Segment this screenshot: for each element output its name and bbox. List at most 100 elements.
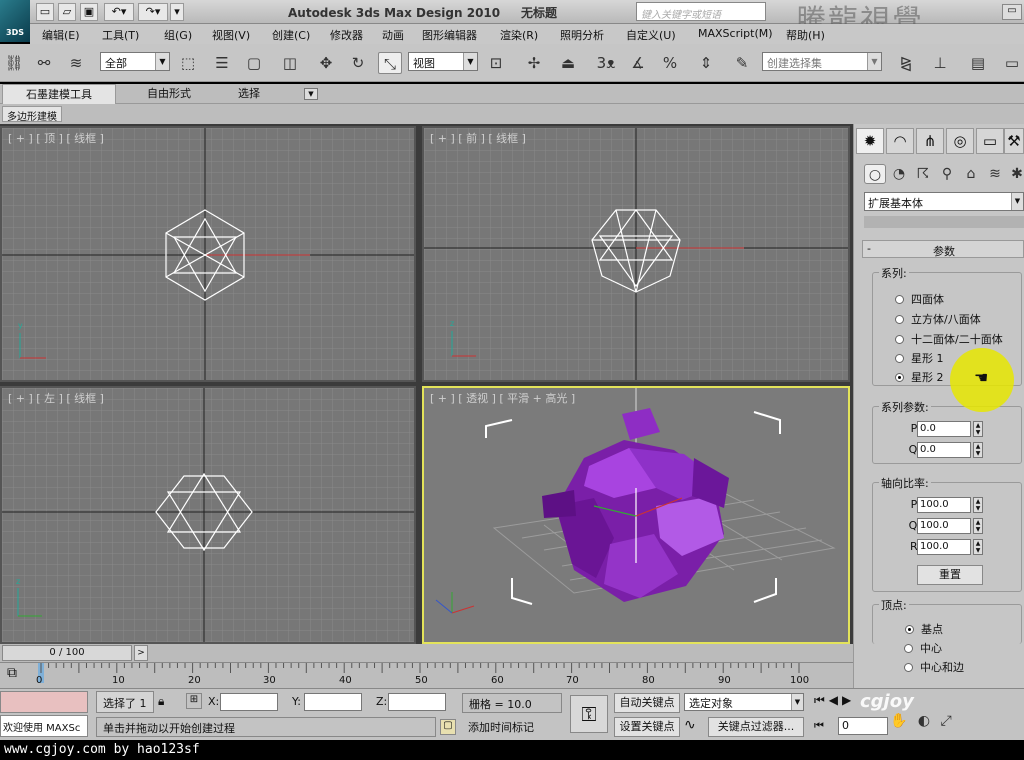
tangent-icon[interactable]: ∿ — [684, 717, 704, 737]
tab-graphite-modeling[interactable]: 石墨建模工具 — [2, 84, 116, 104]
viewport-label-left[interactable]: [ + ] [ 左 ] [ 线框 ] — [8, 390, 104, 406]
menu-lighting-analysis[interactable]: 照明分析 — [560, 27, 604, 43]
viewport-label-top[interactable]: [ + ] [ 顶 ] [ 线框 ] — [8, 130, 104, 146]
pivot-center-icon[interactable]: ⊡ — [484, 52, 508, 74]
time-tag-icon[interactable]: ▢ — [440, 719, 456, 735]
lights-icon[interactable]: ☈ — [912, 164, 934, 184]
spinner-snap-icon[interactable]: ⇕ — [694, 52, 718, 74]
edit-named-selection-icon[interactable]: ✎ — [730, 52, 754, 74]
tab-selection[interactable]: 选择 — [222, 84, 276, 104]
goto-start-icon[interactable]: ⏮ — [814, 719, 824, 733]
create-tab-icon[interactable]: ✹ — [856, 128, 884, 154]
reference-coord-dropdown[interactable]: 视图 ▼ — [408, 52, 478, 71]
reset-button[interactable]: 重置 — [917, 565, 983, 585]
radio-star1[interactable]: 星形 1 — [895, 350, 944, 366]
key-mode-dropdown[interactable]: 选定对象 ▼ — [684, 693, 804, 711]
menu-maxscript[interactable]: MAXScript(M) — [698, 27, 773, 40]
angle-snap-icon[interactable]: ∡ — [626, 52, 650, 74]
named-selection-set-input[interactable]: 创建选择集 ▼ — [762, 52, 882, 71]
utilities-tab-icon[interactable]: ⚒ — [1004, 128, 1024, 154]
menu-customize[interactable]: 自定义(U) — [626, 27, 676, 43]
axis-q-spinner[interactable]: Q: 100.0 ▲ ▼ — [909, 518, 987, 534]
menu-animation[interactable]: 动画 — [382, 27, 404, 43]
spinner-arrows-icon[interactable]: ▲ ▼ — [973, 421, 983, 437]
link-icon[interactable]: ⛓ — [2, 52, 26, 74]
viewport-left[interactable]: z [ + ] [ 左 ] [ 线框 ] — [0, 386, 416, 644]
undo-icon[interactable]: ↶▾ — [104, 3, 134, 21]
redo-icon[interactable]: ↷▾ — [138, 3, 168, 21]
quick-access-menu-icon[interactable]: ▾ — [170, 3, 184, 21]
axis-p-spinner[interactable]: P: 100.0 ▲ ▼ — [911, 497, 987, 513]
display-tab-icon[interactable]: ▭ — [976, 128, 1004, 154]
geometry-icon[interactable]: ○ — [864, 164, 886, 184]
next-frame-button[interactable]: > — [134, 645, 148, 661]
select-manipulate-icon[interactable]: ✢ — [522, 52, 546, 74]
x-coord-field[interactable] — [220, 693, 278, 711]
modify-tab-icon[interactable]: ◠ — [886, 128, 914, 154]
q-field[interactable]: 0.0 — [917, 442, 971, 458]
selection-filter-dropdown[interactable]: 全部 ▼ — [100, 52, 170, 71]
menu-rendering[interactable]: 渲染(R) — [500, 27, 538, 43]
set-key-button[interactable]: 设置关键点 — [614, 717, 680, 737]
viewport-label-perspective[interactable]: [ + ] [ 透视 ] [ 平滑 + 高光 ] — [430, 390, 575, 406]
add-time-tag[interactable]: 添加时间标记 — [462, 717, 562, 737]
playback-controls-icon[interactable]: ⏮◀▶ — [814, 693, 855, 708]
save-icon[interactable]: ▣ — [80, 3, 98, 21]
systems-icon[interactable]: ✱ — [1006, 164, 1024, 184]
menu-edit[interactable]: 编辑(E) — [42, 27, 80, 43]
percent-snap-icon[interactable]: % — [658, 52, 682, 74]
menu-create[interactable]: 创建(C) — [272, 27, 310, 43]
radio-center-sides[interactable]: 中心和边 — [904, 659, 964, 675]
graphite-toggle-icon[interactable]: ▭ — [1000, 52, 1024, 74]
restore-icon[interactable]: ▭ — [1002, 4, 1022, 20]
radio-star2[interactable]: 星形 2 — [895, 369, 944, 385]
menu-tools[interactable]: 工具(T) — [102, 27, 139, 43]
viewport-label-front[interactable]: [ + ] [ 前 ] [ 线框 ] — [430, 130, 526, 146]
align-icon[interactable]: ⊥ — [928, 52, 952, 74]
q-spinner[interactable]: Q: 0.0 ▲ ▼ — [909, 442, 987, 458]
mini-curve-editor-icon[interactable]: ⧉ — [0, 665, 24, 685]
new-file-icon[interactable]: ▭ — [36, 3, 54, 21]
space-warps-icon[interactable]: ≋ — [984, 164, 1006, 184]
app-logo[interactable]: 3DS — [0, 0, 30, 42]
auto-key-button[interactable]: 自动关键点 — [614, 693, 680, 713]
bind-space-warp-icon[interactable]: ≋ — [64, 52, 88, 74]
parameters-rollout-header[interactable]: - 参数 — [862, 240, 1024, 258]
p-field[interactable]: 0.0 — [917, 421, 971, 437]
time-slider-thumb[interactable]: 0 / 100 — [2, 645, 132, 661]
unlink-icon[interactable]: ⚯ — [32, 52, 56, 74]
menu-views[interactable]: 视图(V) — [212, 27, 250, 43]
move-icon[interactable]: ✥ — [314, 52, 338, 74]
y-coord-field[interactable] — [304, 693, 362, 711]
spinner-arrows-icon[interactable]: ▲ ▼ — [973, 539, 983, 555]
p-spinner[interactable]: P: 0.0 ▲ ▼ — [911, 421, 987, 437]
radio-basepoint[interactable]: 基点 — [905, 621, 943, 637]
hierarchy-tab-icon[interactable]: ⋔ — [916, 128, 944, 154]
spinner-arrows-icon[interactable]: ▲ ▼ — [973, 442, 983, 458]
layer-manager-icon[interactable]: ▤ — [966, 52, 990, 74]
maxscript-listener-top[interactable] — [0, 691, 88, 713]
key-filters-button[interactable]: 关键点过滤器... — [708, 717, 804, 737]
select-object-icon[interactable]: ⬚ — [176, 52, 200, 74]
radio-center[interactable]: 中心 — [904, 640, 942, 656]
radio-cube-octa[interactable]: 立方体/八面体 — [895, 311, 981, 327]
menu-group[interactable]: 组(G) — [164, 27, 192, 43]
spinner-arrows-icon[interactable]: ▲ ▼ — [973, 497, 983, 513]
absolute-mode-icon[interactable]: ⊞ — [186, 693, 202, 709]
ribbon-options-icon[interactable]: ▼ — [304, 88, 318, 100]
radio-tetra[interactable]: 四面体 — [895, 291, 944, 307]
menu-help[interactable]: 帮助(H) — [786, 27, 825, 43]
scale-icon[interactable]: ⤡ — [378, 52, 402, 74]
viewport-front[interactable]: z [ + ] [ 前 ] [ 线框 ] — [422, 126, 850, 382]
menu-modifiers[interactable]: 修改器 — [330, 27, 363, 43]
object-type-rollout[interactable] — [864, 216, 1024, 228]
axis-r-field[interactable]: 100.0 — [917, 539, 971, 555]
axis-q-field[interactable]: 100.0 — [917, 518, 971, 534]
tab-freeform[interactable]: 自由形式 — [124, 84, 214, 104]
search-input[interactable]: 键入关键字或短语 — [636, 2, 766, 21]
lock-selection-icon[interactable]: 🔒︎ — [158, 694, 164, 709]
axis-p-field[interactable]: 100.0 — [917, 497, 971, 513]
select-by-name-icon[interactable]: ☰ — [210, 52, 234, 74]
track-bar[interactable]: ⧉ 0 10 20 30 40 50 60 70 80 90 100 — [0, 662, 853, 688]
keyboard-shortcut-icon[interactable]: ⏏ — [556, 52, 580, 74]
